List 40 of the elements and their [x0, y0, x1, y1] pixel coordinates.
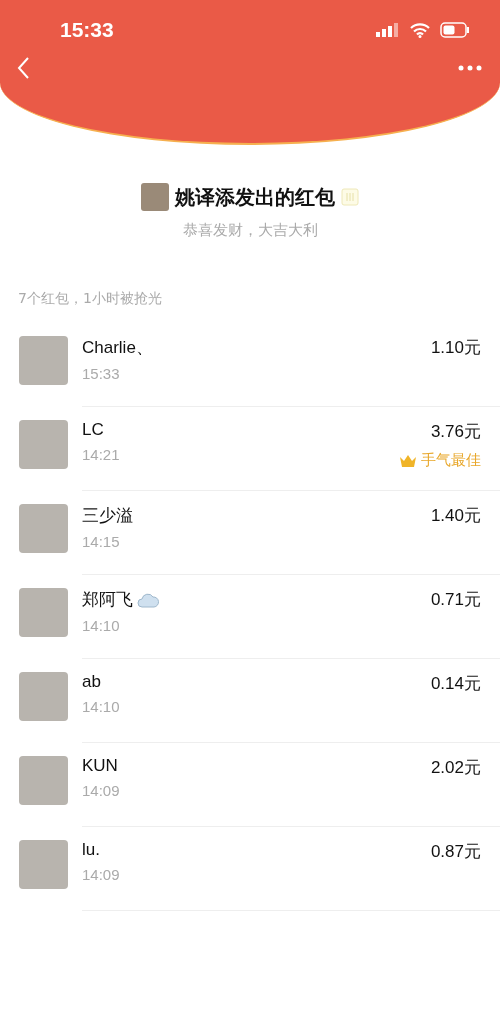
amount-text: 1.40元: [430, 505, 481, 527]
grab-time: 14:10: [82, 698, 121, 715]
tag-icon: [341, 188, 359, 206]
greeting-text: 恭喜发财，大吉大利: [182, 221, 318, 240]
more-icon[interactable]: [458, 65, 482, 71]
user-name: Charlie、: [82, 337, 153, 359]
amount-text: 0.87元: [430, 841, 481, 863]
user-name: LC: [82, 420, 104, 440]
sender-avatar: [141, 183, 169, 211]
envelope-title: 姚译添发出的红包: [175, 183, 335, 211]
back-icon[interactable]: [16, 56, 30, 80]
grab-time: 14:10: [82, 617, 121, 634]
summary-text: 7个红包，1小时被抢光: [17, 290, 163, 308]
avatar-photo: [19, 840, 68, 889]
amount-text: 0.14元: [430, 673, 481, 695]
best-luck-label: 手气最佳: [421, 451, 481, 470]
amount-text: 2.02元: [430, 757, 481, 779]
avatar-photo: [19, 756, 68, 805]
user-name: lu.: [82, 840, 100, 860]
user-name: ab: [82, 672, 101, 692]
signal-icon: [376, 22, 400, 38]
grab-time: 14:15: [82, 533, 121, 550]
amount-text: 0.71元: [430, 589, 481, 611]
avatar-photo: [19, 672, 68, 721]
wifi-icon: [410, 22, 430, 38]
avatar-photo: [19, 588, 68, 637]
amount-text: 3.76元: [430, 421, 481, 443]
grab-time: 14:09: [82, 782, 121, 799]
avatar-photo: [19, 420, 68, 469]
avatar-photo: [19, 336, 68, 385]
status-time: 15:33: [60, 18, 115, 42]
grab-time: 14:09: [82, 866, 121, 883]
user-name: KUN: [82, 756, 118, 776]
battery-icon: [440, 22, 470, 38]
avatar-photo: [19, 504, 68, 553]
grab-time: 14:21: [82, 446, 121, 463]
user-name: 三少溢: [82, 505, 133, 527]
grab-time: 15:33: [82, 365, 121, 382]
amount-text: 1.10元: [430, 337, 481, 359]
user-name: 郑阿飞: [82, 589, 133, 611]
